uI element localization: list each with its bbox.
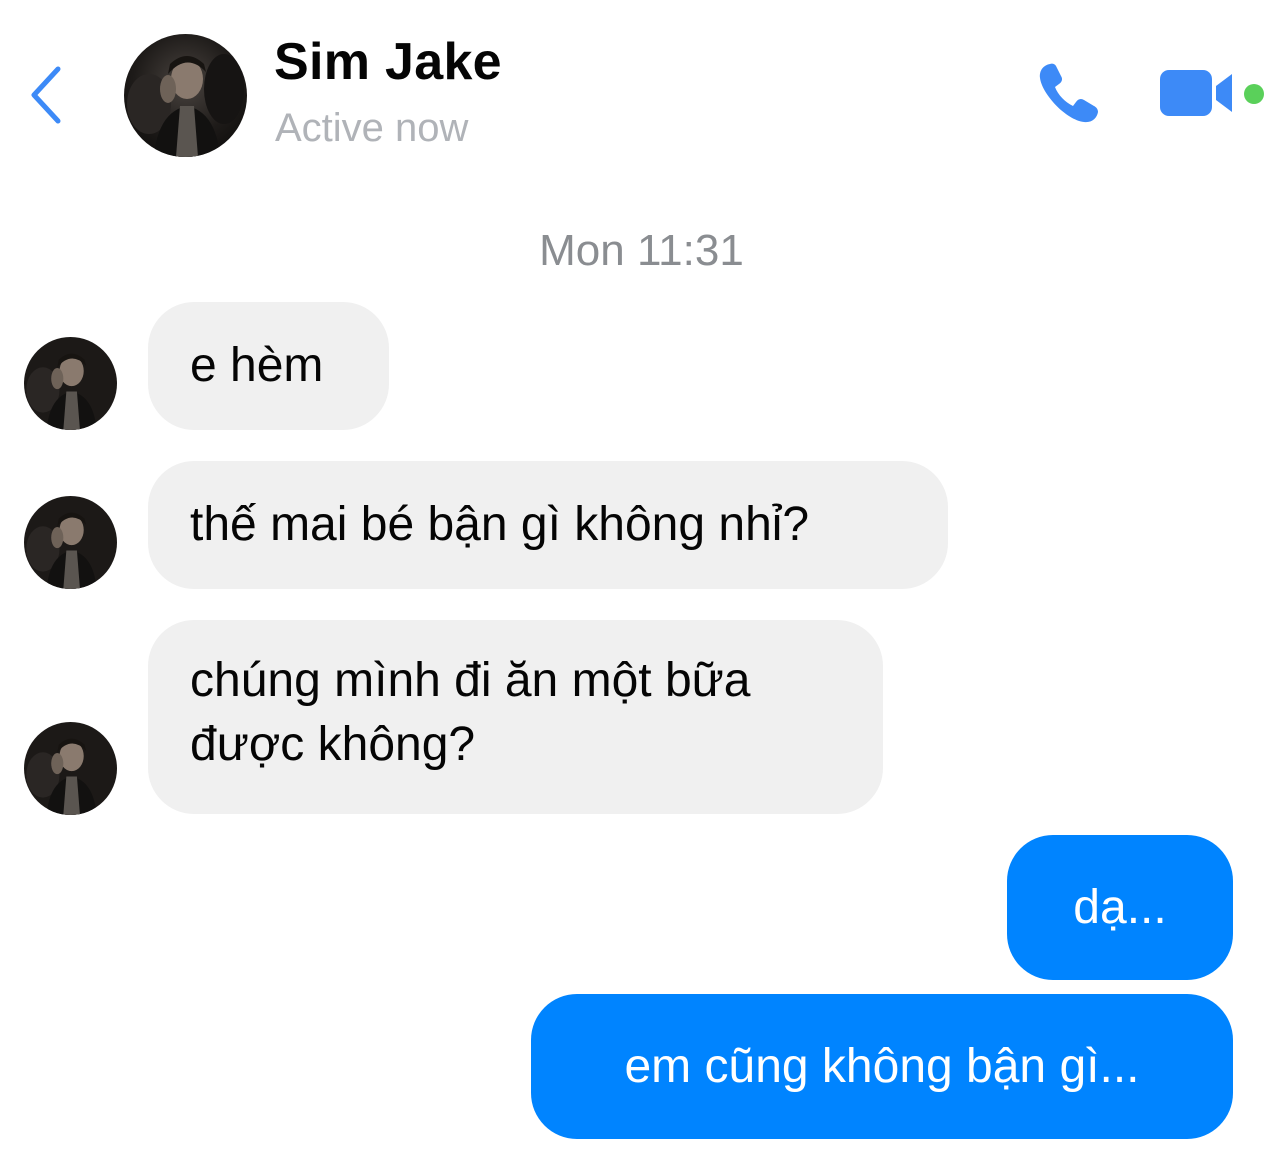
back-button[interactable] bbox=[22, 62, 70, 128]
sender-avatar[interactable] bbox=[24, 496, 117, 589]
incoming-message-bubble[interactable]: thế mai bé bận gì không nhỉ? bbox=[148, 461, 948, 589]
online-indicator bbox=[1244, 84, 1264, 104]
incoming-message-bubble[interactable]: e hèm bbox=[148, 302, 389, 430]
video-call-button[interactable] bbox=[1158, 66, 1236, 120]
message-text: em cũng không bận gì... bbox=[624, 1039, 1140, 1093]
contact-avatar[interactable] bbox=[124, 34, 247, 157]
active-status: Active now bbox=[275, 106, 469, 150]
message-text-line: chúng mình đi ăn một bữa bbox=[190, 654, 751, 707]
contact-name[interactable]: Sim Jake bbox=[274, 32, 502, 92]
message-text: e hèm bbox=[190, 339, 324, 392]
message-text-line: được không? bbox=[190, 718, 476, 771]
chat-screen: Sim Jake Active now Mon 11:31 e hèm thế … bbox=[0, 0, 1283, 1152]
sender-avatar[interactable] bbox=[24, 722, 117, 815]
message-text: thế mai bé bận gì không nhỉ? bbox=[190, 498, 810, 551]
message-text: dạ... bbox=[1073, 880, 1167, 934]
phone-icon bbox=[1039, 63, 1098, 123]
incoming-message-bubble[interactable]: chúng mình đi ăn một bữa được không? bbox=[148, 620, 883, 814]
message-timestamp: Mon 11:31 bbox=[539, 226, 744, 275]
sender-avatar[interactable] bbox=[24, 337, 117, 430]
outgoing-message-bubble[interactable]: em cũng không bận gì... bbox=[531, 994, 1233, 1139]
video-camera-icon bbox=[1160, 70, 1232, 116]
outgoing-message-bubble[interactable]: dạ... bbox=[1007, 835, 1233, 980]
chevron-left-icon bbox=[31, 66, 61, 124]
voice-call-button[interactable] bbox=[1036, 60, 1102, 126]
